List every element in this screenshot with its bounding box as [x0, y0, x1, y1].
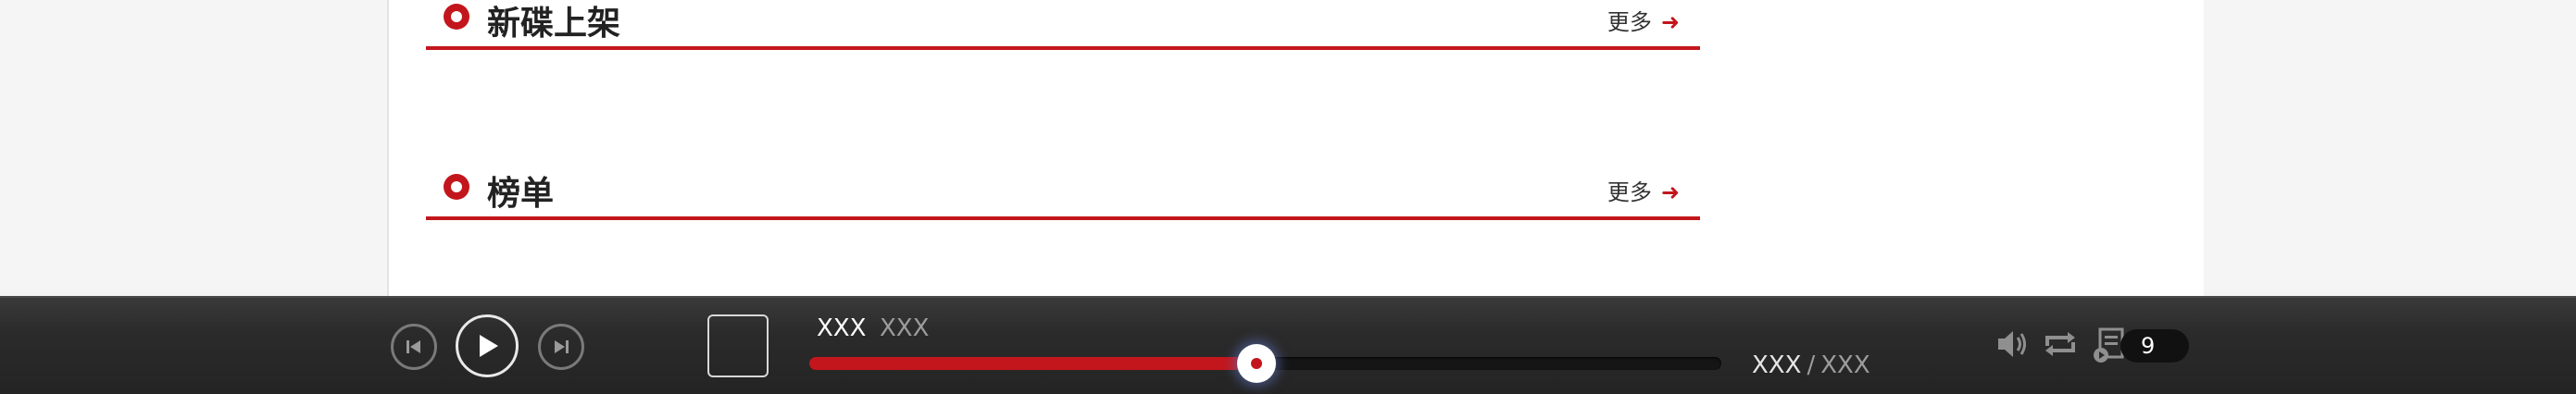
- total-time: XXX: [1820, 351, 1870, 379]
- more-link-label[interactable]: 更多: [1607, 179, 1652, 205]
- section-bullet-icon: [444, 4, 469, 30]
- section-title: 榜单: [487, 175, 555, 213]
- loop-icon[interactable]: [2040, 324, 2081, 364]
- arrow-right-icon[interactable]: ➜: [1661, 179, 1680, 205]
- progress-fill: [809, 357, 1257, 370]
- progress-track[interactable]: [809, 344, 1721, 383]
- play-icon: [480, 335, 498, 357]
- more-link[interactable]: 更多 ➜: [1607, 4, 1680, 36]
- play-button[interactable]: [456, 314, 519, 377]
- progress-knob[interactable]: [1236, 344, 1276, 383]
- singer-name[interactable]: XXX: [880, 314, 929, 342]
- next-icon: [555, 340, 569, 353]
- more-link-label[interactable]: 更多: [1607, 9, 1652, 35]
- volume-icon[interactable]: [1993, 324, 2033, 364]
- current-time: XXX: [1752, 351, 1802, 379]
- section-new-albums: 新碟上架 更多 ➜: [426, 0, 1700, 50]
- next-button[interactable]: [538, 324, 584, 370]
- section-bullet-icon: [444, 174, 469, 200]
- prev-button[interactable]: [391, 324, 437, 370]
- arrow-right-icon[interactable]: ➜: [1661, 9, 1680, 35]
- time-separator: /: [1807, 351, 1816, 379]
- song-name[interactable]: XXX: [817, 314, 866, 342]
- album-cover[interactable]: [707, 314, 769, 377]
- player-bar: XXX XXX XXX / XXX 9: [0, 296, 2576, 394]
- playlist-count[interactable]: 9: [2120, 329, 2189, 363]
- time-display: XXX / XXX: [1752, 351, 1870, 379]
- more-link[interactable]: 更多 ➜: [1607, 174, 1680, 206]
- section-charts: 榜单 更多 ➜: [426, 165, 1700, 220]
- prev-icon: [406, 340, 420, 353]
- section-title: 新碟上架: [487, 5, 621, 43]
